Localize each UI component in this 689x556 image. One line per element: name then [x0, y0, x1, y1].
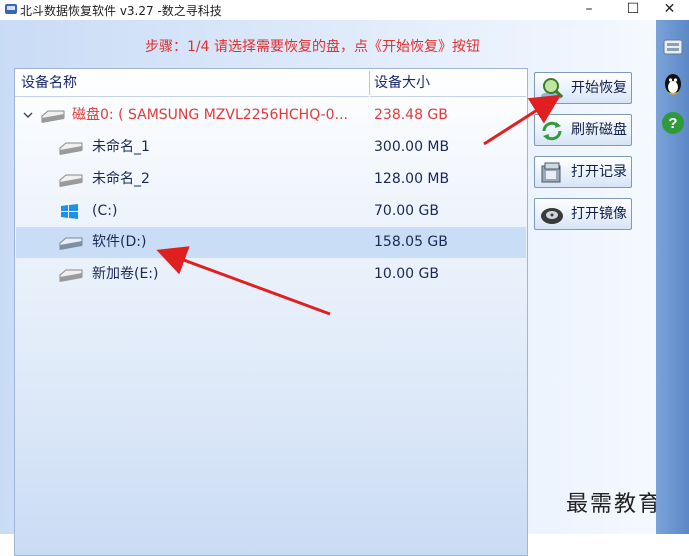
refresh-icon: [542, 121, 562, 141]
column-header-size[interactable]: 设备大小: [370, 69, 526, 97]
device-row-c[interactable]: (C:) 70.00 GB: [16, 196, 526, 227]
drive-icon: [59, 237, 83, 250]
open-record-label: 打开记录: [571, 164, 627, 180]
device-size: 128.00 MB: [374, 171, 450, 187]
main-area: 步骤：1/4 请选择需要恢复的盘，点《开始恢复》按钮 设备名称 设备大小 磁盘0…: [0, 20, 660, 556]
drive-icon: [59, 269, 83, 282]
qq-penguin-icon[interactable]: [660, 72, 686, 98]
device-name: (C:): [92, 203, 118, 219]
maximize-button[interactable]: ☐: [611, 0, 655, 20]
device-name: 未命名_1: [92, 139, 150, 155]
device-size: 158.05 GB: [374, 234, 448, 250]
device-size: 70.00 GB: [374, 203, 439, 219]
minimize-button[interactable]: –: [567, 0, 611, 20]
windows-icon: [61, 204, 78, 219]
open-image-button[interactable]: 打开镜像: [534, 198, 632, 230]
refresh-disk-label: 刷新磁盘: [571, 122, 627, 138]
window-title: 北斗数据恢复软件 v3.27 -数之寻科技: [20, 4, 222, 18]
refresh-disk-button[interactable]: 刷新磁盘: [534, 114, 632, 146]
help-icon[interactable]: ?: [660, 110, 686, 136]
chevron-down-icon[interactable]: [22, 108, 34, 122]
device-row-partition2[interactable]: 未命名_2 128.00 MB: [16, 164, 526, 195]
app-icon: [5, 4, 17, 14]
drive-icon: [59, 174, 83, 187]
device-name: 软件(D:): [92, 234, 147, 250]
hard-disk-icon: [41, 110, 65, 123]
device-row-d[interactable]: 软件(D:) 158.05 GB: [16, 227, 526, 258]
magnifier-disk-icon: [541, 78, 564, 100]
svg-text:?: ?: [668, 115, 677, 132]
device-size: 238.48 GB: [374, 107, 448, 123]
device-name: 磁盘0: ( SAMSUNG MZVL2256HCHQ-0...: [72, 107, 348, 123]
start-recovery-button[interactable]: 开始恢复: [534, 72, 632, 104]
open-image-label: 打开镜像: [571, 206, 627, 222]
step-instruction: 步骤：1/4 请选择需要恢复的盘，点《开始恢复》按钮: [145, 39, 480, 55]
tools-icon[interactable]: [660, 34, 686, 60]
title-bar: 北斗数据恢复软件 v3.27 -数之寻科技 – ☐ ✕: [0, 0, 689, 20]
column-header-name[interactable]: 设备名称: [15, 69, 369, 97]
device-name: 新加卷(E:): [92, 266, 159, 282]
drive-icon: [59, 142, 83, 155]
start-recovery-label: 开始恢复: [571, 80, 627, 96]
disk-image-icon: [541, 208, 563, 224]
right-toolbar: ?: [656, 20, 689, 534]
device-size: 300.00 MB: [374, 139, 450, 155]
device-name: 未命名_2: [92, 171, 150, 187]
record-icon: [541, 162, 561, 183]
device-row-partition1[interactable]: 未命名_1 300.00 MB: [16, 132, 526, 163]
close-button[interactable]: ✕: [650, 0, 689, 20]
device-row-e[interactable]: 新加卷(E:) 10.00 GB: [16, 259, 526, 290]
watermark: 最需教育: [566, 492, 663, 517]
device-size: 10.00 GB: [374, 266, 439, 282]
device-list[interactable]: 设备名称 设备大小 磁盘0: ( SAMSUNG MZVL2256HCHQ-0.…: [14, 68, 528, 556]
open-record-button[interactable]: 打开记录: [534, 156, 632, 188]
device-row-disk0[interactable]: 磁盘0: ( SAMSUNG MZVL2256HCHQ-0... 238.48 …: [16, 100, 526, 131]
